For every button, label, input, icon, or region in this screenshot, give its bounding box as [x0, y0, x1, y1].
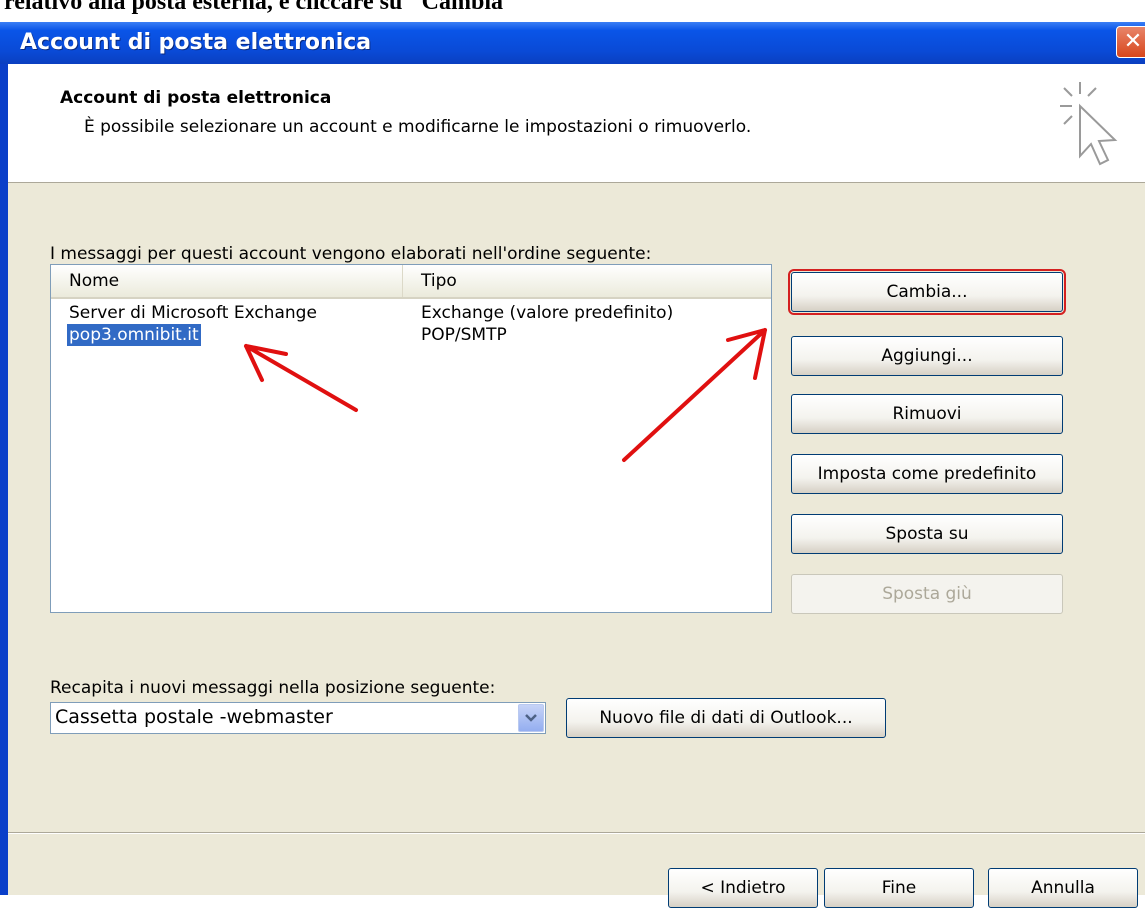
add-button[interactable]: Aggiungi... — [791, 336, 1063, 376]
dialog-client-area: Account di posta elettronica È possibile… — [8, 64, 1145, 908]
account-name: Server di Microsoft Exchange — [69, 303, 317, 323]
footer-separator — [8, 832, 1145, 834]
change-button[interactable]: Cambia... — [788, 269, 1066, 315]
account-row-selected[interactable]: pop3.omnibit.it POP/SMTP — [51, 324, 771, 350]
remove-button[interactable]: Rimuovi — [791, 394, 1063, 434]
document-caption-text: relativo alla posta esterna, e cliccare … — [4, 0, 517, 15]
chevron-down-icon[interactable] — [518, 704, 544, 732]
back-button[interactable]: < Indietro — [668, 868, 818, 908]
account-type: POP/SMTP — [421, 325, 507, 345]
cancel-button[interactable]: Annulla — [988, 868, 1138, 908]
wizard-header: Account di posta elettronica È possibile… — [8, 64, 1145, 183]
new-data-file-button[interactable]: Nuovo file di dati di Outlook... — [566, 698, 886, 738]
wizard-cursor-icon — [1060, 82, 1118, 166]
accounts-list[interactable]: Nome Tipo Server di Microsoft Exchange E… — [50, 264, 772, 613]
title-bar: Account di posta elettronica ✕ — [0, 22, 1145, 64]
close-icon[interactable]: ✕ — [1116, 26, 1145, 58]
delivery-location-select[interactable]: Cassetta postale -webmaster — [50, 702, 546, 734]
window-title: Account di posta elettronica — [20, 30, 372, 55]
header-title: Account di posta elettronica — [60, 88, 332, 108]
column-header-type[interactable]: Tipo — [403, 265, 771, 297]
move-down-button: Sposta giù — [791, 574, 1063, 614]
dialog-window: Account di posta elettronica ✕ Account d… — [0, 22, 1145, 908]
delivery-label: Recapita i nuovi messaggi nella posizion… — [50, 678, 496, 698]
delivery-location-value: Cassetta postale -webmaster — [55, 706, 333, 728]
finish-button[interactable]: Fine — [824, 868, 974, 908]
account-type: Exchange (valore predefinito) — [421, 303, 674, 323]
accounts-list-label: I messaggi per questi account vengono el… — [50, 244, 652, 264]
header-subtitle: È possibile selezionare un account e mod… — [84, 117, 752, 137]
move-up-button[interactable]: Sposta su — [791, 514, 1063, 554]
account-name: pop3.omnibit.it — [67, 324, 201, 346]
set-default-button[interactable]: Imposta come predefinito — [791, 454, 1063, 494]
document-caption: relativo alla posta esterna, e cliccare … — [0, 0, 1145, 22]
column-header-name[interactable]: Nome — [51, 265, 403, 297]
accounts-list-header: Nome Tipo — [51, 265, 771, 299]
